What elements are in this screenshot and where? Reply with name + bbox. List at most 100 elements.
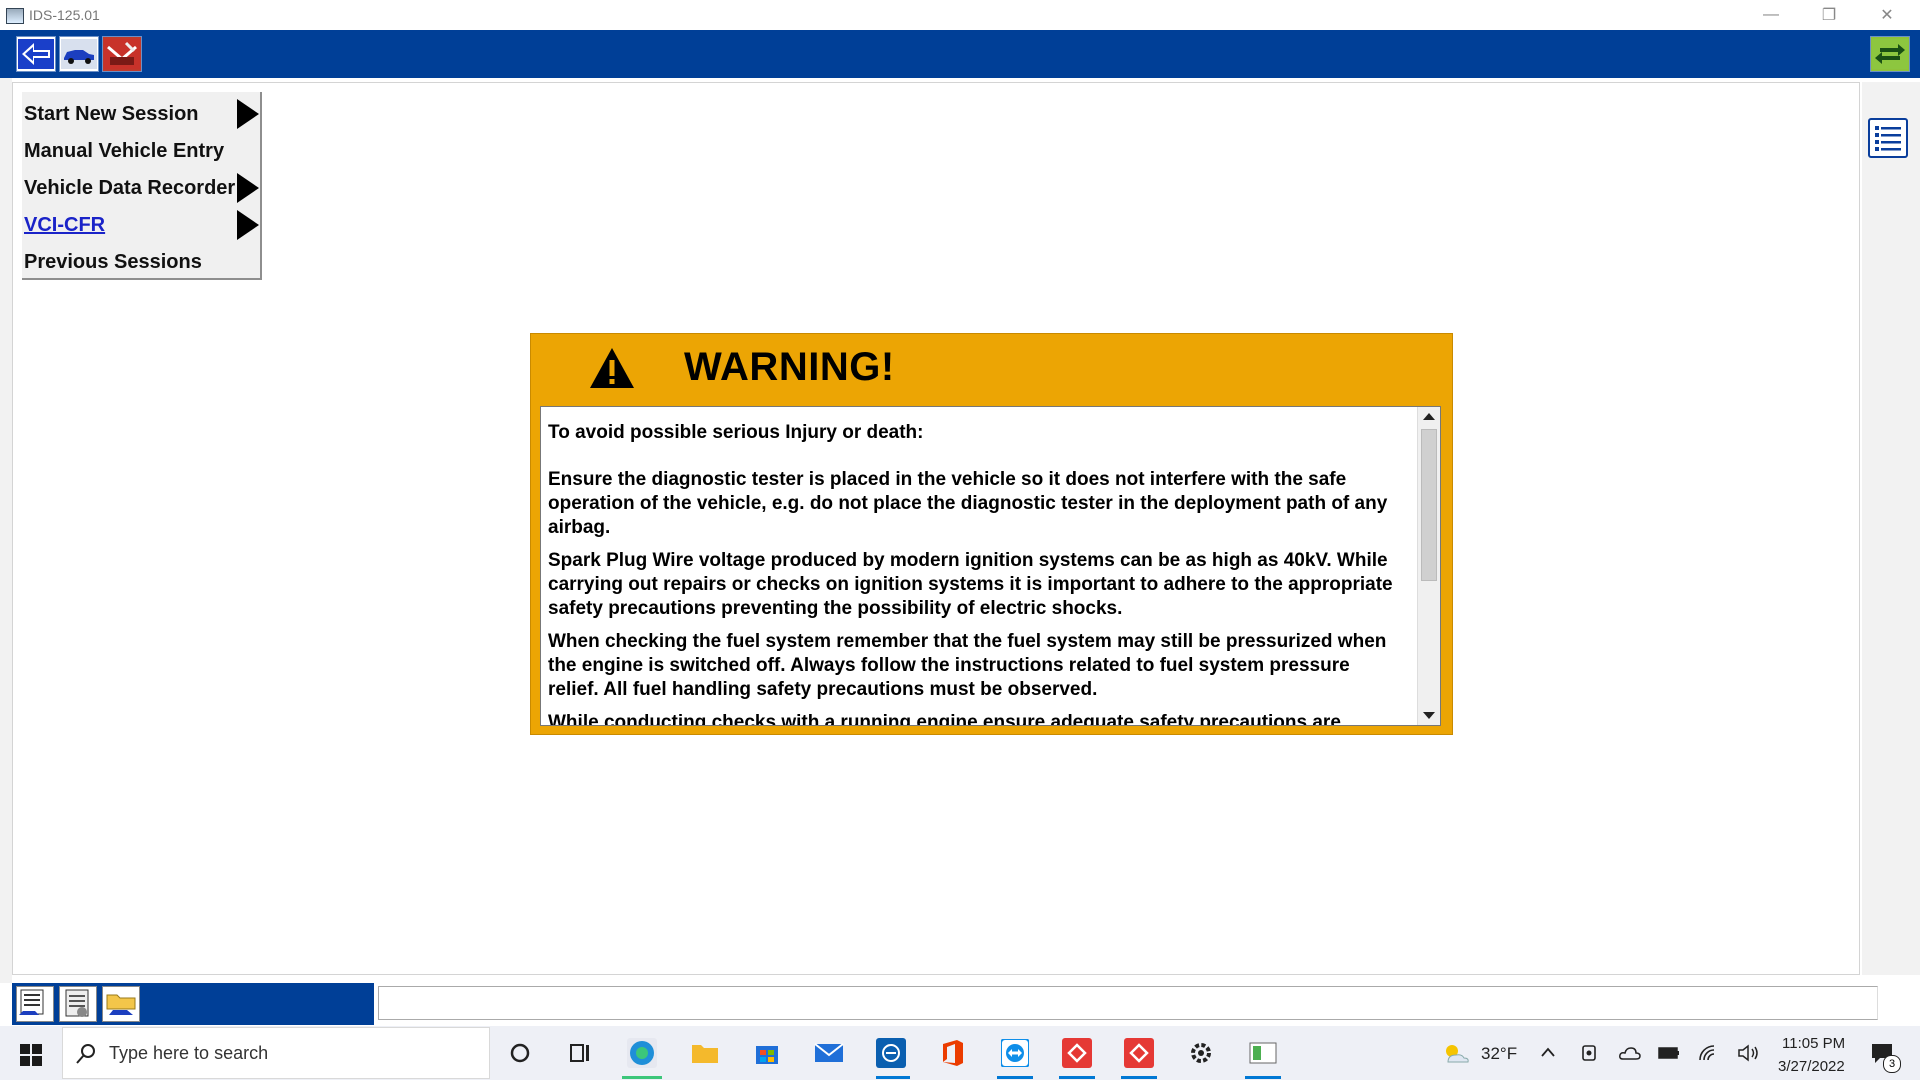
close-button[interactable]: ✕ — [1858, 0, 1916, 30]
menu-item-label: VCI-CFR — [24, 213, 106, 236]
warning-text-box: To avoid possible serious Injury or deat… — [540, 406, 1441, 726]
settings-button[interactable] — [1186, 1038, 1216, 1068]
scroll-down-arrow-icon[interactable] — [1423, 712, 1435, 719]
swap-arrows-icon — [1872, 39, 1908, 69]
scroll-up-arrow-icon[interactable] — [1423, 413, 1435, 420]
switch-button[interactable] — [1870, 36, 1910, 72]
ids-app-icon — [882, 1044, 900, 1062]
submenu-arrow-icon[interactable] — [237, 99, 259, 129]
notification-badge: 3 — [1883, 1055, 1901, 1073]
back-button[interactable] — [16, 36, 56, 72]
status-message-field — [378, 986, 1878, 1020]
running-app-indicator — [1059, 1076, 1095, 1079]
document-gear-icon — [65, 989, 89, 1017]
gear-icon — [1191, 1043, 1211, 1063]
folder-car-icon — [106, 994, 136, 1015]
window-title: IDS-125.01 — [29, 7, 100, 23]
cortana-icon — [510, 1043, 530, 1063]
edge-button[interactable] — [627, 1038, 657, 1068]
warning-triangle-icon — [590, 348, 634, 388]
weather-temperature[interactable]: 32°F — [1481, 1044, 1517, 1064]
warning-paragraph: When checking the fuel system remember t… — [548, 631, 1387, 700]
warning-paragraph: To avoid possible serious Injury or deat… — [548, 422, 924, 443]
onedrive-cloud-icon[interactable] — [1619, 1045, 1641, 1061]
menu-item-label: Manual Vehicle Entry — [24, 139, 225, 162]
submenu-arrow-icon[interactable] — [237, 173, 259, 203]
list-icon — [1875, 126, 1901, 151]
minimize-button[interactable]: — — [1742, 0, 1800, 30]
menu-item-label: Vehicle Data Recorder — [24, 176, 236, 199]
window-title-bar: IDS-125.01 — ❐ ✕ — [0, 0, 1920, 30]
task-view-icon — [570, 1044, 589, 1062]
anydesk-icon — [1129, 1043, 1149, 1063]
clock-date[interactable]: 3/27/2022 — [1778, 1058, 1845, 1075]
menu-item-start-new-session[interactable]: Start New Session — [24, 96, 254, 132]
office-icon — [943, 1040, 963, 1066]
session-folder-button[interactable] — [102, 986, 140, 1022]
teamviewer-icon — [1001, 1039, 1029, 1067]
warning-paragraph: Spark Plug Wire voltage produced by mode… — [548, 550, 1393, 619]
car-icon — [61, 39, 97, 69]
start-button[interactable] — [16, 1040, 46, 1070]
warning-scrollbar[interactable] — [1417, 407, 1440, 725]
task-view-button[interactable] — [565, 1038, 595, 1068]
list-view-button[interactable] — [1868, 118, 1908, 158]
menu-item-vehicle-data-recorder[interactable]: Vehicle Data Recorder — [24, 170, 254, 206]
toolbox-button[interactable] — [102, 36, 142, 72]
warning-text: To avoid possible serious Injury or deat… — [548, 421, 1400, 726]
office-button[interactable] — [938, 1038, 968, 1068]
clock-time[interactable]: 11:05 PM — [1782, 1035, 1845, 1052]
cortana-button[interactable] — [505, 1038, 535, 1068]
anydesk-icon — [1067, 1043, 1087, 1063]
wifi-icon[interactable] — [1698, 1044, 1718, 1062]
warning-paragraph: Ensure the diagnostic tester is placed i… — [548, 469, 1388, 538]
running-app-indicator — [876, 1076, 910, 1079]
app-icon — [6, 8, 24, 24]
search-icon — [76, 1044, 95, 1064]
running-app-indicator — [1121, 1076, 1157, 1079]
menu-item-previous-sessions[interactable]: Previous Sessions — [24, 244, 254, 280]
edge-browser-icon — [630, 1041, 654, 1065]
file-explorer-button[interactable] — [690, 1038, 720, 1068]
menu-item-manual-vehicle-entry[interactable]: Manual Vehicle Entry — [24, 133, 254, 169]
scroll-thumb[interactable] — [1421, 429, 1437, 581]
restore-button[interactable]: ❐ — [1800, 0, 1858, 30]
active-app-indicator — [1245, 1076, 1281, 1079]
mail-button[interactable] — [814, 1038, 844, 1068]
teamviewer-button[interactable] — [1000, 1038, 1030, 1068]
store-icon — [756, 1046, 778, 1064]
vehicle-info-button[interactable] — [16, 986, 54, 1022]
search-placeholder: Type here to search — [109, 1043, 269, 1063]
warning-dialog: WARNING! To avoid possible serious Injur… — [530, 333, 1453, 735]
anydesk-button-1[interactable] — [1062, 1038, 1092, 1068]
warning-title: WARNING! — [684, 345, 895, 389]
mail-icon — [814, 1043, 844, 1062]
weather-icon — [1446, 1045, 1469, 1063]
store-button[interactable] — [752, 1038, 782, 1068]
toolbox-icon — [104, 39, 140, 69]
document-car-icon — [19, 989, 44, 1015]
data-log-button[interactable] — [59, 986, 97, 1022]
session-menu: Start New Session Manual Vehicle Entry V… — [22, 92, 262, 280]
back-arrow-icon — [18, 39, 54, 69]
main-toolbar — [0, 30, 1920, 78]
vehicle-button[interactable] — [59, 36, 99, 72]
submenu-arrow-icon[interactable] — [237, 210, 259, 240]
right-rail — [1862, 82, 1920, 975]
window-app-icon — [1249, 1042, 1277, 1064]
ids-app-button[interactable] — [876, 1038, 906, 1068]
chevron-up-icon[interactable] — [1540, 1046, 1556, 1058]
battery-icon[interactable] — [1658, 1046, 1680, 1060]
volume-icon[interactable] — [1737, 1044, 1761, 1062]
active-app-indicator — [622, 1076, 662, 1079]
menu-item-label: Previous Sessions — [24, 250, 202, 273]
menu-item-vci-cfr[interactable]: VCI-CFR — [24, 207, 254, 243]
menu-item-label: Start New Session — [24, 102, 199, 125]
windows-logo-icon — [20, 1044, 42, 1066]
folder-icon — [692, 1045, 718, 1063]
meet-now-icon[interactable] — [1581, 1043, 1599, 1063]
warning-paragraph: While conducting checks with a running e… — [548, 712, 1341, 726]
anydesk-button-2[interactable] — [1124, 1038, 1154, 1068]
ids-window-button[interactable] — [1248, 1038, 1278, 1068]
running-app-indicator — [997, 1076, 1033, 1079]
